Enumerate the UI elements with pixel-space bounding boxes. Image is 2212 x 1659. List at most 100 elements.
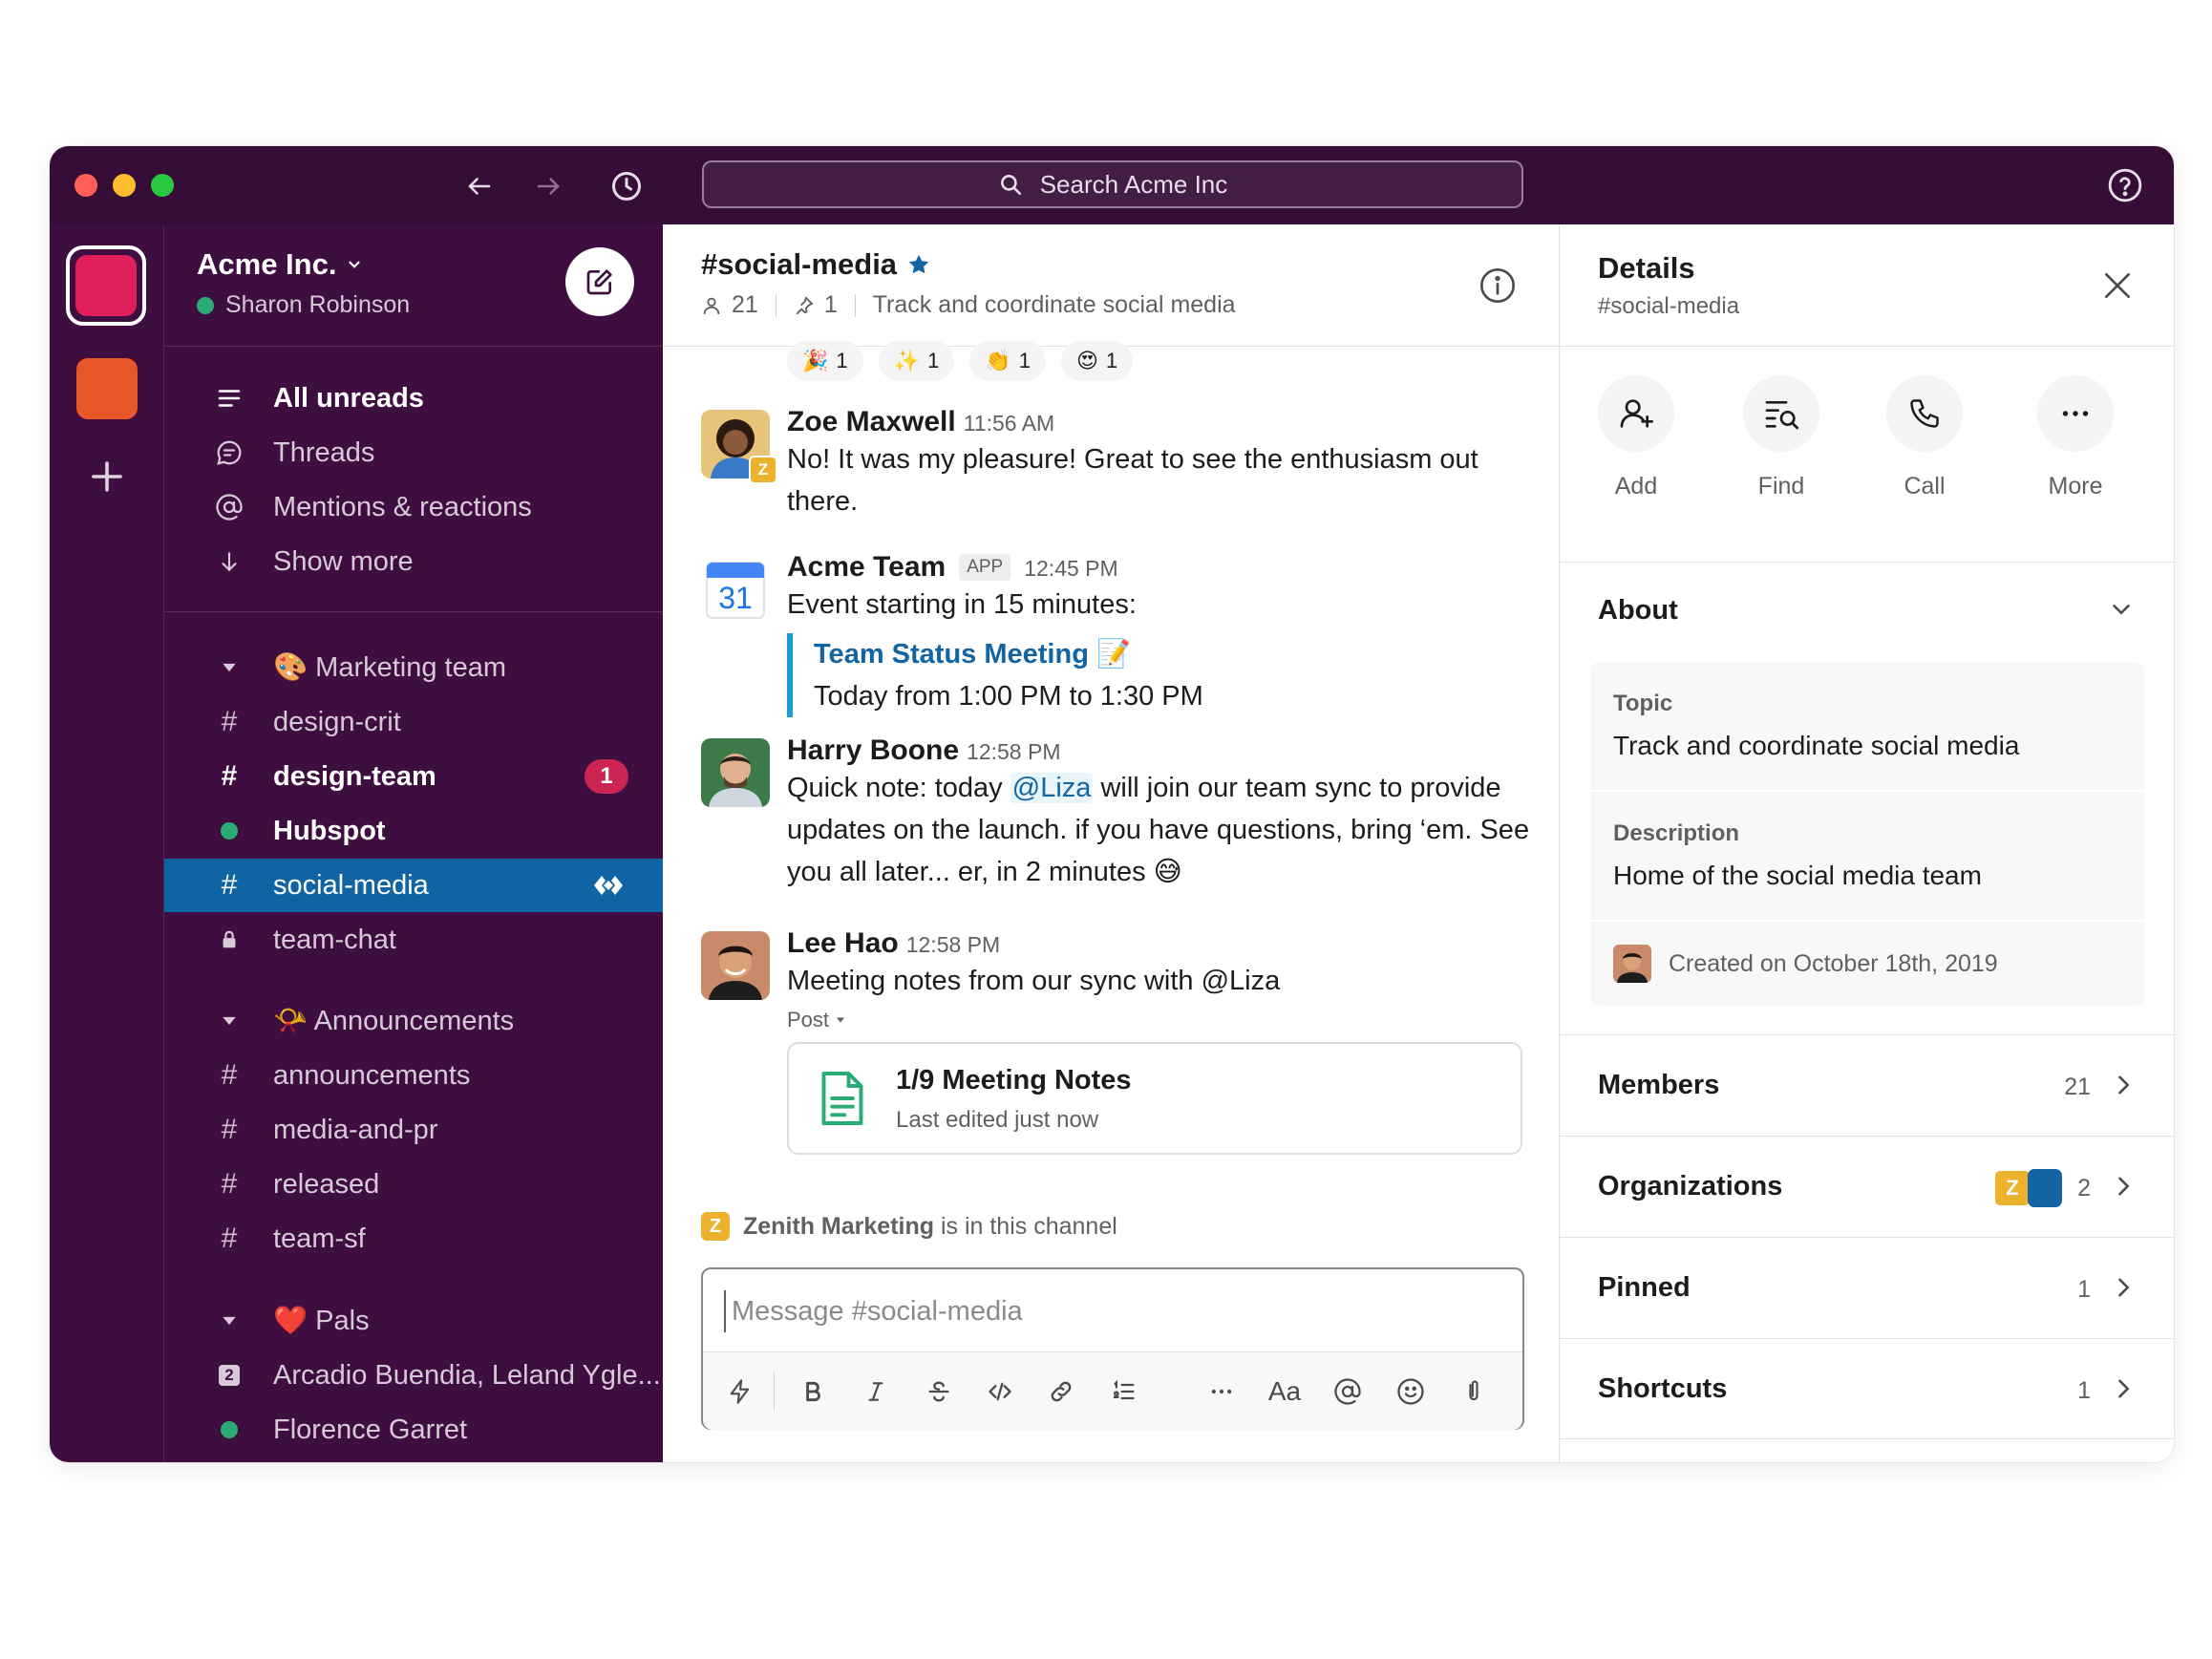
timestamp[interactable]: 12:58 PM (906, 932, 1000, 958)
sidebar-item-team-chat[interactable]: team-chat (164, 913, 663, 967)
reaction-clap[interactable]: 👏 1 (969, 341, 1046, 381)
reaction-heart-eyes[interactable]: 😍 1 (1060, 341, 1134, 381)
phone-icon (1910, 399, 1939, 428)
more-formatting-button[interactable] (1200, 1370, 1244, 1414)
sidebar-item-mentions[interactable]: Mentions & reactions (164, 480, 663, 534)
pin-icon[interactable] (794, 295, 815, 316)
organizations-row[interactable]: Organizations Z 2 (1560, 1136, 2174, 1237)
channel-topic[interactable]: Track and coordinate social media (873, 291, 1236, 319)
event-attachment: Team Status Meeting 📝 Today from 1:00 PM… (787, 633, 1532, 717)
sidebar-item-florence-garret[interactable]: Florence Garret (164, 1403, 663, 1457)
sidebar-item-media-and-pr[interactable]: # media-and-pr (164, 1103, 663, 1157)
close-icon (2105, 273, 2130, 298)
workspace-acme[interactable] (66, 245, 146, 326)
sidebar-item-all-unreads[interactable]: All unreads (164, 372, 663, 425)
caret-down-icon (223, 1316, 236, 1326)
details-header: Details #social-media (1560, 224, 2174, 347)
strikethrough-button[interactable] (917, 1370, 961, 1414)
current-user[interactable]: Sharon Robinson (197, 291, 410, 319)
sidebar-item-announcements[interactable]: # announcements (164, 1049, 663, 1102)
attach-button[interactable] (1452, 1370, 1496, 1414)
user-mention[interactable]: @Liza (1010, 773, 1094, 803)
emoji-button[interactable] (1389, 1370, 1433, 1414)
workspace-menu[interactable]: Acme Inc. (197, 247, 363, 282)
minimize-window-button[interactable] (113, 174, 136, 197)
add-workspace-button[interactable] (84, 454, 130, 500)
zoom-window-button[interactable] (151, 174, 174, 197)
call-action-button[interactable]: Call (1867, 375, 1982, 500)
text-format-button[interactable]: Aa (1263, 1370, 1307, 1414)
sidebar-item-social-media[interactable]: # social-media (164, 859, 663, 912)
forward-button[interactable] (525, 163, 571, 209)
info-icon (1480, 268, 1515, 303)
timestamp[interactable]: 11:56 AM (964, 411, 1054, 436)
event-title-link[interactable]: Team Status Meeting 📝 (814, 633, 1532, 675)
close-details-button[interactable] (2098, 266, 2137, 305)
avatar[interactable]: 31 (701, 555, 770, 624)
org-name[interactable]: Zenith Marketing (743, 1213, 934, 1240)
workspace-secondary[interactable] (76, 358, 138, 419)
add-action-button[interactable]: Add (1579, 375, 1693, 500)
description-row[interactable]: Description Home of the social media tea… (1590, 792, 2144, 922)
topic-row[interactable]: Topic Track and coordinate social media (1590, 662, 2144, 792)
message-input[interactable] (724, 1290, 1488, 1332)
sender-name[interactable]: Zoe Maxwell (787, 406, 956, 438)
bold-icon (806, 1381, 820, 1402)
reaction-sparkles[interactable]: ✨ 1 (878, 341, 955, 381)
back-button[interactable] (457, 163, 502, 209)
sender-name[interactable]: Harry Boone (787, 734, 959, 767)
pinned-row[interactable]: Pinned 1 (1560, 1237, 2174, 1338)
timestamp[interactable]: 12:45 PM (1024, 556, 1117, 582)
help-icon (2108, 168, 2142, 202)
pin-count[interactable]: 1 (824, 291, 838, 319)
section-header-marketing[interactable]: 🎨 Marketing team (164, 641, 663, 694)
ordered-list-button[interactable] (1102, 1370, 1146, 1414)
more-action-button[interactable]: More (2018, 375, 2133, 500)
about-toggle[interactable] (2107, 595, 2136, 624)
sidebar-item-show-more[interactable]: Show more (164, 535, 663, 588)
compose-button[interactable] (565, 247, 634, 316)
message-harry: Harry Boone 12:58 PM Quick note: today @… (701, 734, 1532, 887)
shortcuts-button[interactable] (718, 1370, 762, 1414)
star-icon[interactable] (906, 252, 931, 277)
shortcuts-row[interactable]: Shortcuts 1 (1560, 1338, 2174, 1439)
sidebar-item-released[interactable]: # released (164, 1158, 663, 1211)
channel-title[interactable]: #social-media (701, 247, 931, 282)
mention-button[interactable] (1326, 1370, 1370, 1414)
chevron-down-icon (349, 261, 361, 268)
italic-button[interactable] (854, 1370, 898, 1414)
code-button[interactable] (978, 1370, 1022, 1414)
history-button[interactable] (604, 163, 649, 209)
sidebar-item-group-dm[interactable]: 2 Arcadio Buendia, Leland Ygle... (164, 1349, 663, 1402)
post-menu[interactable]: Post (787, 1008, 1532, 1032)
sidebar-item-team-sf[interactable]: # team-sf (164, 1212, 663, 1266)
sidebar-item-design-team[interactable]: # design-team 1 (164, 750, 663, 803)
section-header-announcements[interactable]: 📯 Announcements (164, 994, 663, 1048)
avatar[interactable] (701, 738, 770, 807)
sender-name[interactable]: Acme Team (787, 551, 946, 584)
timestamp[interactable]: 12:58 PM (967, 739, 1060, 765)
sender-name[interactable]: Lee Hao (787, 927, 899, 960)
hash-icon: # (221, 1223, 238, 1254)
search-bar[interactable]: Search Acme Inc (702, 160, 1523, 208)
post-attachment[interactable]: 1/9 Meeting Notes Last edited just now (787, 1042, 1522, 1155)
lock-icon (223, 930, 236, 948)
member-icon[interactable] (701, 295, 722, 316)
bold-button[interactable] (791, 1370, 835, 1414)
member-count[interactable]: 21 (732, 291, 758, 319)
avatar[interactable] (701, 931, 770, 1000)
reaction-party[interactable]: 🎉 1 (787, 341, 863, 381)
sidebar-item-threads[interactable]: Threads (164, 426, 663, 479)
channel-details-button[interactable] (1478, 266, 1517, 305)
help-button[interactable] (2107, 167, 2143, 203)
close-window-button[interactable] (74, 174, 97, 197)
members-row[interactable]: Members 21 (1560, 1034, 2174, 1136)
sidebar-item-hubspot[interactable]: Hubspot (164, 804, 663, 858)
about-heading[interactable]: About (1598, 595, 1678, 627)
hash-icon: # (221, 1168, 238, 1200)
paperclip-icon (1469, 1380, 1478, 1401)
find-action-button[interactable]: Find (1724, 375, 1839, 500)
sidebar-item-design-crit[interactable]: # design-crit (164, 695, 663, 749)
section-header-pals[interactable]: ❤️ Pals (164, 1294, 663, 1348)
link-button[interactable] (1039, 1370, 1083, 1414)
